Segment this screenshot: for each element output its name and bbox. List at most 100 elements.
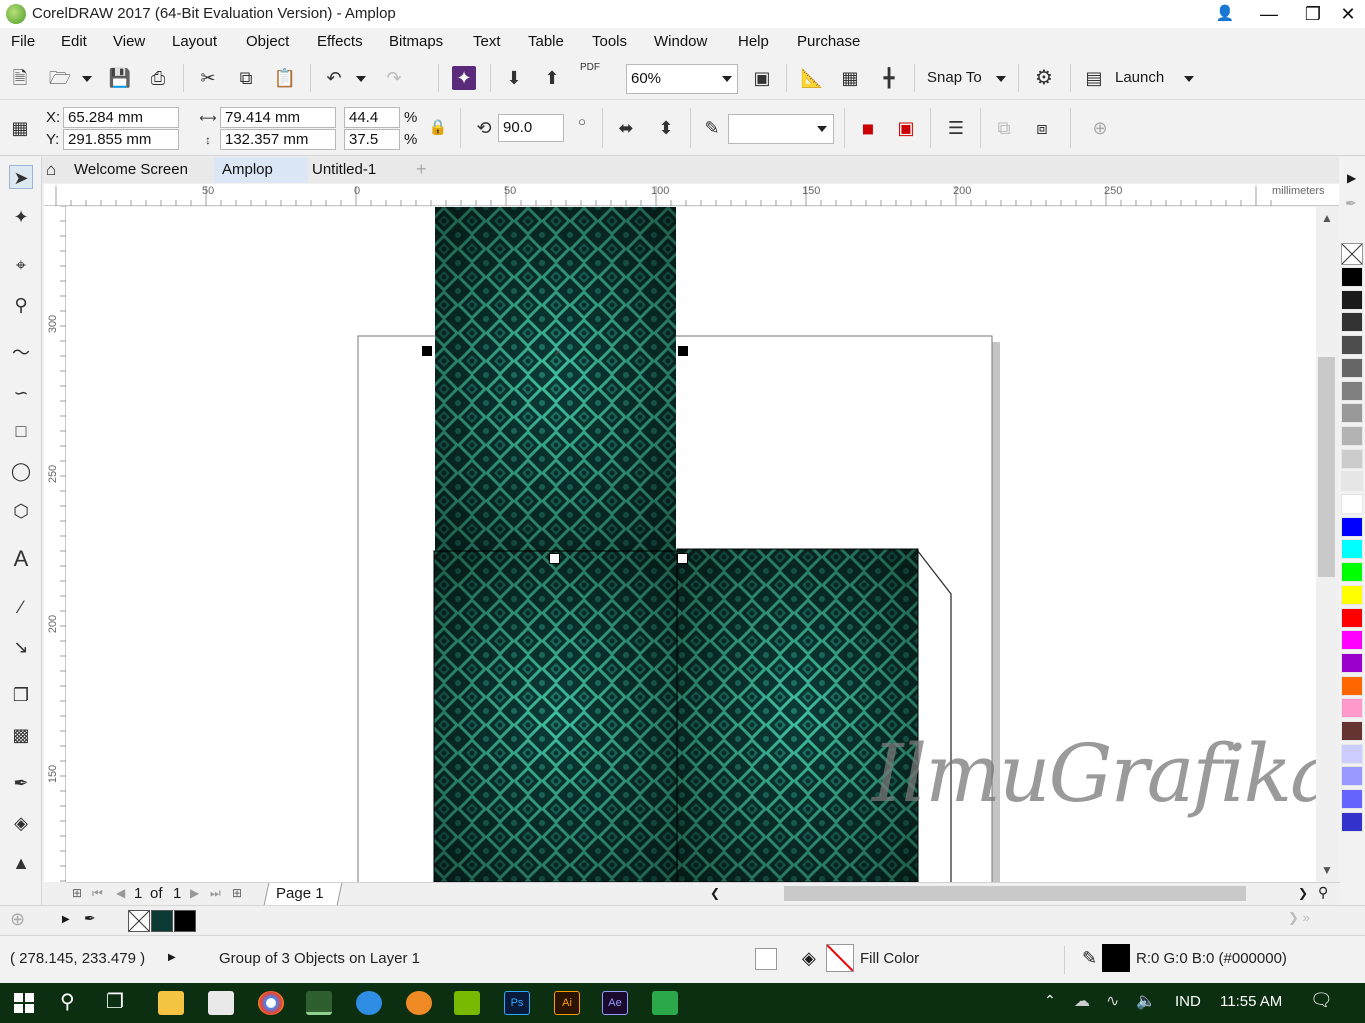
smart-fill-icon[interactable]: ▲ [9,851,33,875]
copy-icon[interactable]: ⧉ [234,66,258,90]
horizontal-ruler[interactable]: 50 0 50 100 150 200 250 millimeters [44,184,1339,206]
action-center-icon[interactable]: 🗨 [1310,990,1333,1011]
scroll-up-icon[interactable]: ▲ [1321,211,1333,225]
palette-swatch[interactable] [1341,425,1363,446]
menu-text[interactable]: Text [473,33,501,50]
menu-view[interactable]: View [113,33,145,50]
width-field[interactable]: 79.414 mm [220,107,336,128]
eyedropper-palette-icon[interactable]: ✒ [1345,195,1357,212]
coreldraw-taskbar-icon[interactable] [306,991,332,1015]
page-1-tab[interactable]: Page 1 [276,885,324,902]
volume-icon[interactable]: 🔈 [1136,991,1156,1011]
new-tab-icon[interactable]: + [416,159,427,180]
add-property-icon[interactable]: ⊕ [1088,116,1112,140]
zoom-tool-icon[interactable]: ⚲ [9,293,33,317]
print-icon[interactable]: ⎙ [146,66,170,90]
menu-bitmaps[interactable]: Bitmaps [389,33,443,50]
menu-file[interactable]: File [11,33,35,50]
windows-start-icon[interactable] [14,993,34,1013]
show-rulers-icon[interactable]: 📐 [800,66,824,90]
outline-width-dropdown-icon[interactable] [817,126,827,132]
photoshop-icon[interactable]: Ps [504,991,530,1015]
palette-swatch[interactable] [1341,267,1363,287]
menu-table[interactable]: Table [528,33,564,50]
menu-tools[interactable]: Tools [592,33,627,50]
selection-handle[interactable] [678,346,688,356]
first-page-icon[interactable]: ⏮ [92,886,103,901]
next-page-icon[interactable]: ▶ [190,886,199,900]
parallel-dimension-icon[interactable]: ∕ [9,595,33,619]
ungroup-icon[interactable]: ▣ [894,116,918,140]
scroll-right-icon[interactable]: ❯ [1298,886,1308,900]
scale-x-field[interactable]: 44.4 [344,107,400,128]
document-color-swatch-black[interactable] [174,910,196,932]
file-explorer-icon[interactable] [158,991,184,1015]
transparency-tool-icon[interactable]: ▩ [9,723,33,747]
menu-layout[interactable]: Layout [172,33,217,50]
scroll-left-icon[interactable]: ❮ [710,886,720,900]
publish-pdf-icon[interactable]: PDF [578,62,602,86]
launch-button[interactable]: Launch [1115,69,1164,86]
export-icon[interactable]: ⬆ [540,66,564,90]
search-content-icon[interactable]: ✦ [452,66,476,90]
palette-swatch[interactable] [1341,766,1363,787]
palette-swatch[interactable] [1341,312,1363,333]
palette-swatch[interactable] [1341,652,1363,673]
task-view-icon[interactable]: ❐ [106,989,124,1014]
menu-effects[interactable]: Effects [317,33,363,50]
snap-to-dropdown-icon[interactable] [996,76,1006,82]
last-page-icon[interactable]: ⏭ [210,886,221,901]
palette-swatch[interactable] [1341,403,1363,424]
add-color-icon[interactable]: ⊕ [10,909,25,930]
document-no-color-swatch[interactable] [128,910,150,932]
cut-icon[interactable]: ✂ [196,66,220,90]
tab-amplop[interactable]: Amplop [214,157,308,183]
illustrator-icon[interactable]: Ai [554,991,580,1015]
paste-icon[interactable]: 📋 [273,66,297,90]
open-icon[interactable]: 🗁 [48,66,72,90]
input-language[interactable]: IND [1175,993,1201,1010]
minimize-button[interactable]: — [1246,0,1292,28]
mirror-vertical-icon[interactable]: ⬍ [654,116,678,140]
onedrive-icon[interactable]: ☁ [1074,991,1090,1011]
edge-icon[interactable] [356,991,382,1015]
vertical-scrollbar[interactable]: ▲ ▼ [1316,207,1337,882]
status-expand-icon[interactable]: ▶ [168,952,176,963]
palette-expand-icon[interactable]: ▶ [1347,171,1356,185]
menu-edit[interactable]: Edit [61,33,87,50]
palette-swatch[interactable] [1341,811,1363,832]
camtasia-icon[interactable] [652,991,678,1015]
show-grid-icon[interactable]: ▦ [838,66,862,90]
scroll-down-icon[interactable]: ▼ [1321,863,1333,877]
add-page-before-icon[interactable]: ⊞ [72,886,82,900]
import-icon[interactable]: ⬇ [502,66,526,90]
x-position-field[interactable]: 65.284 mm [63,107,179,128]
new-document-icon[interactable]: 🗎 [8,66,32,90]
zoom-dropdown-icon[interactable] [722,76,732,82]
document-palette-scroll-icon[interactable]: ❯ » [1288,910,1310,926]
add-page-after-icon[interactable]: ⊞ [232,886,242,900]
show-guidelines-icon[interactable]: ╋ [877,66,901,90]
palette-swatch[interactable] [1341,789,1363,810]
palette-swatch[interactable] [1341,698,1363,719]
color-proofing-icon[interactable] [755,948,777,970]
pick-tool-icon[interactable]: ➤ [9,165,33,189]
palette-swatch[interactable] [1341,289,1363,310]
palette-swatch[interactable] [1341,675,1363,696]
launch-icon[interactable]: ▤ [1082,66,1106,90]
break-apart-icon[interactable]: ⧈ [1030,116,1054,140]
outline-swatch[interactable] [1102,944,1130,972]
no-color-swatch[interactable] [1341,243,1363,265]
selection-handle[interactable] [549,553,560,564]
tab-welcome-screen[interactable]: Welcome Screen [66,157,218,183]
tray-expand-icon[interactable]: ⌃ [1044,992,1056,1009]
launch-dropdown-icon[interactable] [1184,76,1194,82]
palette-swatch[interactable] [1341,357,1363,378]
selection-handle[interactable] [677,553,688,564]
palette-swatch[interactable] [1341,584,1363,605]
system-clock[interactable]: 11:55 AM [1220,993,1282,1010]
interactive-fill-icon[interactable]: ◈ [9,811,33,835]
scale-y-field[interactable]: 37.5 [344,129,400,150]
after-effects-icon[interactable]: Ae [602,991,628,1015]
palette-swatch[interactable] [1341,721,1363,741]
